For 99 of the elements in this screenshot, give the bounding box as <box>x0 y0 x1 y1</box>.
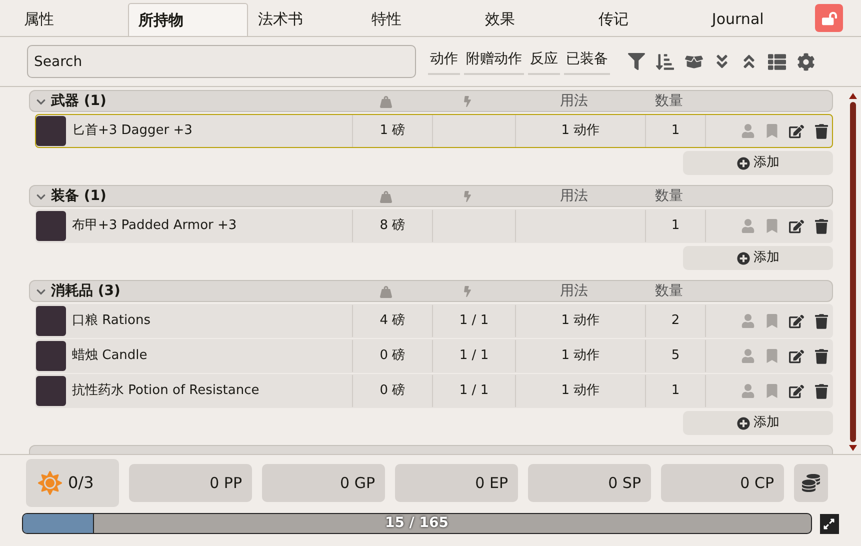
inspiration-count: 0/3 <box>68 472 94 494</box>
tab[interactable]: 法术书 <box>248 3 362 36</box>
tab[interactable]: 属性 <box>14 3 128 36</box>
weight-icon <box>380 190 392 202</box>
filter-icon[interactable] <box>628 53 645 70</box>
item-quantity: 1 <box>671 217 680 236</box>
item-name: 匕首+3 Dagger +3 <box>72 122 192 140</box>
plus-icon <box>736 416 750 430</box>
filter-button[interactable]: 反应 <box>528 48 560 74</box>
tab[interactable]: 效果 <box>474 3 588 36</box>
section-title: 装备 (1) <box>51 187 106 206</box>
plus-icon <box>736 252 750 264</box>
item-charges: 1 / 1 <box>459 382 489 400</box>
coins-icon <box>802 474 820 492</box>
coins-button[interactable] <box>794 464 828 502</box>
item-weight: 0 磅 <box>380 347 406 366</box>
item-row[interactable]: 布甲+3 Padded Armor +3 8 磅 1 <box>35 209 833 243</box>
chevron-icon[interactable] <box>36 286 46 296</box>
add-button[interactable]: 添加 <box>683 246 833 270</box>
resize-icon <box>823 518 836 530</box>
add-button[interactable]: 添加 <box>683 411 833 435</box>
filter-button[interactable]: 附赠动作 <box>464 48 524 74</box>
item-usage: 1 动作 <box>561 122 600 140</box>
item-picture <box>36 211 66 241</box>
item-name: 蜡烛 Candle <box>72 347 148 366</box>
item-weight: 4 磅 <box>380 312 406 330</box>
bolt-icon <box>462 286 473 297</box>
item-name: 布甲+3 Padded Armor +3 <box>72 217 237 236</box>
sun-icon <box>38 471 62 495</box>
weight-icon <box>380 96 392 108</box>
item-picture <box>36 306 66 336</box>
column-header: 用法 <box>559 282 589 301</box>
resize-handle[interactable] <box>820 514 839 534</box>
section-title: 消耗品 (3) <box>51 282 120 301</box>
item-row[interactable]: 蜡烛 Candle 0 磅 1 / 1 1 动作 5 <box>35 339 833 373</box>
edit-icon[interactable] <box>789 384 804 398</box>
column-header: 数量 <box>654 187 684 206</box>
chevron-icon[interactable] <box>36 96 46 106</box>
item-usage: 1 动作 <box>561 312 600 330</box>
item-charges: 1 / 1 <box>459 347 489 366</box>
currency-field[interactable]: 0 PP <box>129 464 252 502</box>
column-header: 数量 <box>654 92 684 111</box>
item-picture <box>36 341 66 371</box>
search-field[interactable]: Search <box>27 45 416 78</box>
box-icon[interactable] <box>685 52 703 70</box>
item-quantity: 5 <box>671 347 680 366</box>
item-row[interactable]: 抗性药水 Potion of Resistance 0 磅 1 / 1 1 动作 1 <box>35 374 833 408</box>
item-weight: 1 磅 <box>380 122 406 140</box>
currency-field[interactable]: 0 CP <box>661 464 784 502</box>
chevron-icon[interactable] <box>36 192 46 202</box>
currency-field[interactable]: 0 EP <box>395 464 518 502</box>
edit-icon[interactable] <box>789 218 804 234</box>
item-quantity: 1 <box>671 122 680 140</box>
item-picture <box>36 116 66 146</box>
item-charges: 1 / 1 <box>459 312 489 330</box>
delete-icon[interactable] <box>815 314 828 328</box>
tab[interactable]: 传记 <box>588 3 702 36</box>
item-weight: 8 磅 <box>380 217 406 236</box>
edit-icon[interactable] <box>789 348 804 364</box>
plus-icon <box>736 156 750 170</box>
weight-icon <box>380 286 392 298</box>
item-name: 口粮 Rations <box>72 312 151 330</box>
edit-icon[interactable] <box>789 314 804 328</box>
item-quantity: 2 <box>671 312 680 330</box>
bolt-icon <box>462 191 473 202</box>
item-quantity: 1 <box>671 382 680 400</box>
tab[interactable]: 所持物 <box>128 3 248 36</box>
filter-button[interactable]: 已装备 <box>564 48 610 74</box>
unlock-button[interactable] <box>815 4 843 32</box>
item-weight: 0 磅 <box>380 382 406 400</box>
section-title: 武器 (1) <box>51 92 106 111</box>
unlock-icon <box>822 10 837 26</box>
list-icon[interactable] <box>768 52 786 70</box>
add-button[interactable]: 添加 <box>683 151 833 175</box>
column-header: 用法 <box>559 187 589 206</box>
bolt-icon <box>462 96 473 107</box>
currency-field[interactable]: 0 GP <box>262 464 385 502</box>
delete-icon[interactable] <box>815 218 828 234</box>
collapse-all-icon[interactable] <box>741 53 757 70</box>
sort-icon[interactable] <box>656 52 674 70</box>
tab[interactable]: 特性 <box>361 3 475 36</box>
column-header: 用法 <box>559 92 589 111</box>
tab[interactable]: Journal <box>702 3 816 36</box>
edit-icon[interactable] <box>789 124 804 138</box>
item-row[interactable]: 口粮 Rations 4 磅 1 / 1 1 动作 2 <box>35 304 833 338</box>
delete-icon[interactable] <box>815 124 828 138</box>
currency-field[interactable]: 0 SP <box>528 464 651 502</box>
filter-button[interactable]: 动作 <box>428 48 460 74</box>
encumbrance-label: 15 / 165 <box>384 514 449 533</box>
delete-icon[interactable] <box>815 348 828 364</box>
delete-icon[interactable] <box>815 384 828 398</box>
item-usage: 1 动作 <box>561 382 600 400</box>
item-name: 抗性药水 Potion of Resistance <box>72 382 260 400</box>
item-picture <box>36 376 66 406</box>
item-usage: 1 动作 <box>561 347 600 366</box>
settings-icon[interactable] <box>797 52 815 70</box>
column-header: 数量 <box>654 282 684 301</box>
expand-all-icon[interactable] <box>714 53 730 70</box>
item-row[interactable]: 匕首+3 Dagger +3 1 磅 1 动作 1 <box>35 114 833 148</box>
